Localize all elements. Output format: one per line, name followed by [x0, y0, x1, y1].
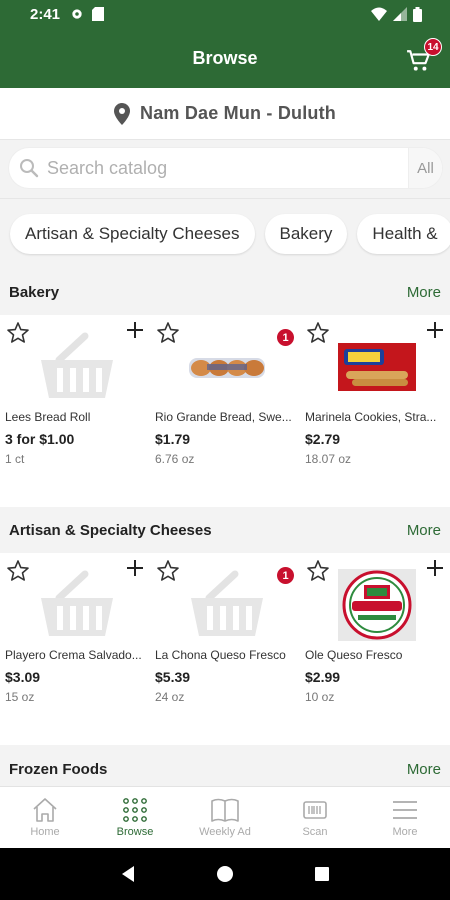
product-size: 1 ct: [5, 452, 25, 466]
product-size: 6.76 oz: [155, 452, 195, 466]
cart-button[interactable]: 14: [406, 38, 442, 72]
product-name: Playero Crema Salvado...: [5, 648, 142, 662]
page-title: Browse: [192, 47, 258, 68]
product-image: [0, 567, 153, 643]
nav-label: Home: [30, 826, 60, 838]
home-icon: [33, 798, 57, 822]
product-size: 15 oz: [5, 690, 35, 704]
product-size: 24 oz: [155, 690, 185, 704]
status-bar: 2:41: [0, 0, 450, 28]
nav-scan[interactable]: Scan: [270, 787, 360, 848]
product-price: $2.79: [305, 431, 341, 447]
product-card[interactable]: Marinela Cookies, Stra... $2.79 18.07 oz: [300, 315, 450, 507]
chip-health[interactable]: Health &: [357, 213, 450, 254]
product-name: Marinela Cookies, Stra...: [305, 410, 437, 424]
product-name: Ole Queso Fresco: [305, 648, 403, 662]
product-row: Lees Bread Roll 3 for $1.00 1 ct 1 Rio G…: [0, 315, 450, 507]
system-nav-bar: [0, 848, 450, 900]
product-image: [300, 329, 450, 405]
nav-browse[interactable]: Browse: [90, 787, 180, 848]
product-row: Playero Crema Salvado... $3.09 15 oz 1 L…: [0, 553, 450, 745]
nav-label: Scan: [302, 826, 328, 838]
home-circle-icon[interactable]: [216, 865, 234, 883]
product-size: 18.07 oz: [305, 452, 352, 466]
basket-placeholder-icon: [40, 332, 113, 398]
nav-home[interactable]: Home: [0, 787, 90, 848]
location-pin-icon: [114, 102, 130, 125]
product-card[interactable]: Ole Queso Fresco $2.99 10 oz: [300, 553, 450, 745]
status-time: 2:41: [30, 5, 61, 23]
product-price: $5.39: [155, 669, 191, 685]
bread-rolls-image: [188, 358, 265, 378]
product-price: 3 for $1.00: [5, 431, 75, 447]
section-title: Bakery: [9, 283, 60, 301]
category-chips: Artisan & Specialty Cheeses Bakery Healt…: [0, 198, 450, 268]
product-image: [300, 567, 450, 643]
search-bar: All: [9, 148, 442, 188]
product-image: [150, 567, 303, 643]
more-link[interactable]: More: [407, 522, 441, 539]
product-image: [150, 329, 303, 405]
queso-fresco-image: [337, 569, 416, 641]
bottom-nav: Home Browse Weekly Ad Scan More: [0, 786, 450, 848]
basket-placeholder-icon: [190, 570, 263, 636]
battery-icon: [413, 6, 422, 22]
barcode-icon: [303, 801, 327, 819]
section-bakery: Bakery More Lees Bread Roll 3 for $1.00 …: [0, 269, 450, 507]
settings-gear-icon: [72, 9, 82, 19]
product-name: Rio Grande Bread, Swe...: [155, 410, 292, 424]
product-name: Lees Bread Roll: [5, 410, 91, 424]
back-icon[interactable]: [120, 865, 136, 883]
cart-count-badge: 14: [424, 38, 442, 56]
section-title: Artisan & Specialty Cheeses: [9, 521, 212, 539]
wifi-icon: [371, 7, 387, 21]
grid-icon: [123, 798, 147, 822]
chip-bakery[interactable]: Bakery: [264, 213, 348, 254]
nav-weekly-ad[interactable]: Weekly Ad: [180, 787, 270, 848]
nav-label: Weekly Ad: [199, 826, 251, 838]
product-price: $3.09: [5, 669, 41, 685]
product-card[interactable]: 1 Rio Grande Bread, Swe... $1.79 6.76 oz: [150, 315, 300, 507]
section-header: Bakery More: [0, 269, 450, 315]
product-name: La Chona Queso Fresco: [155, 648, 286, 662]
product-price: $1.79: [155, 431, 191, 447]
product-image: [0, 329, 153, 405]
section-artisan-specialty-cheeses: Artisan & Specialty Cheeses More Playero…: [0, 507, 450, 745]
search-input[interactable]: [47, 157, 408, 179]
search-icon: [20, 159, 39, 178]
product-size: 10 oz: [305, 690, 335, 704]
product-card[interactable]: Lees Bread Roll 3 for $1.00 1 ct: [0, 315, 150, 507]
section-title: Frozen Foods: [9, 760, 108, 778]
chip-artisan-specialty-cheeses[interactable]: Artisan & Specialty Cheeses: [10, 213, 255, 254]
recents-icon[interactable]: [314, 866, 330, 882]
nav-more[interactable]: More: [360, 787, 450, 848]
nav-label: Browse: [116, 826, 154, 838]
signal-icon: [393, 7, 407, 21]
store-selector[interactable]: Nam Dae Mun - Duluth: [0, 88, 450, 140]
product-card[interactable]: 1 La Chona Queso Fresco $5.39 24 oz: [150, 553, 300, 745]
store-name: Nam Dae Mun - Duluth: [140, 103, 336, 123]
book-icon: [211, 798, 239, 822]
cookie-box-image: [337, 343, 416, 391]
section-header: Artisan & Specialty Cheeses More: [0, 507, 450, 553]
menu-icon: [393, 801, 417, 819]
product-card[interactable]: Playero Crema Salvado... $3.09 15 oz: [0, 553, 150, 745]
product-price: $2.99: [305, 669, 341, 685]
basket-placeholder-icon: [40, 570, 113, 636]
more-link[interactable]: More: [407, 761, 441, 778]
more-link[interactable]: More: [407, 284, 441, 301]
search-scope-selector[interactable]: All: [408, 148, 442, 188]
nav-label: More: [392, 826, 418, 838]
sd-card-icon: [92, 7, 105, 21]
app-bar: Browse 14: [0, 28, 450, 88]
